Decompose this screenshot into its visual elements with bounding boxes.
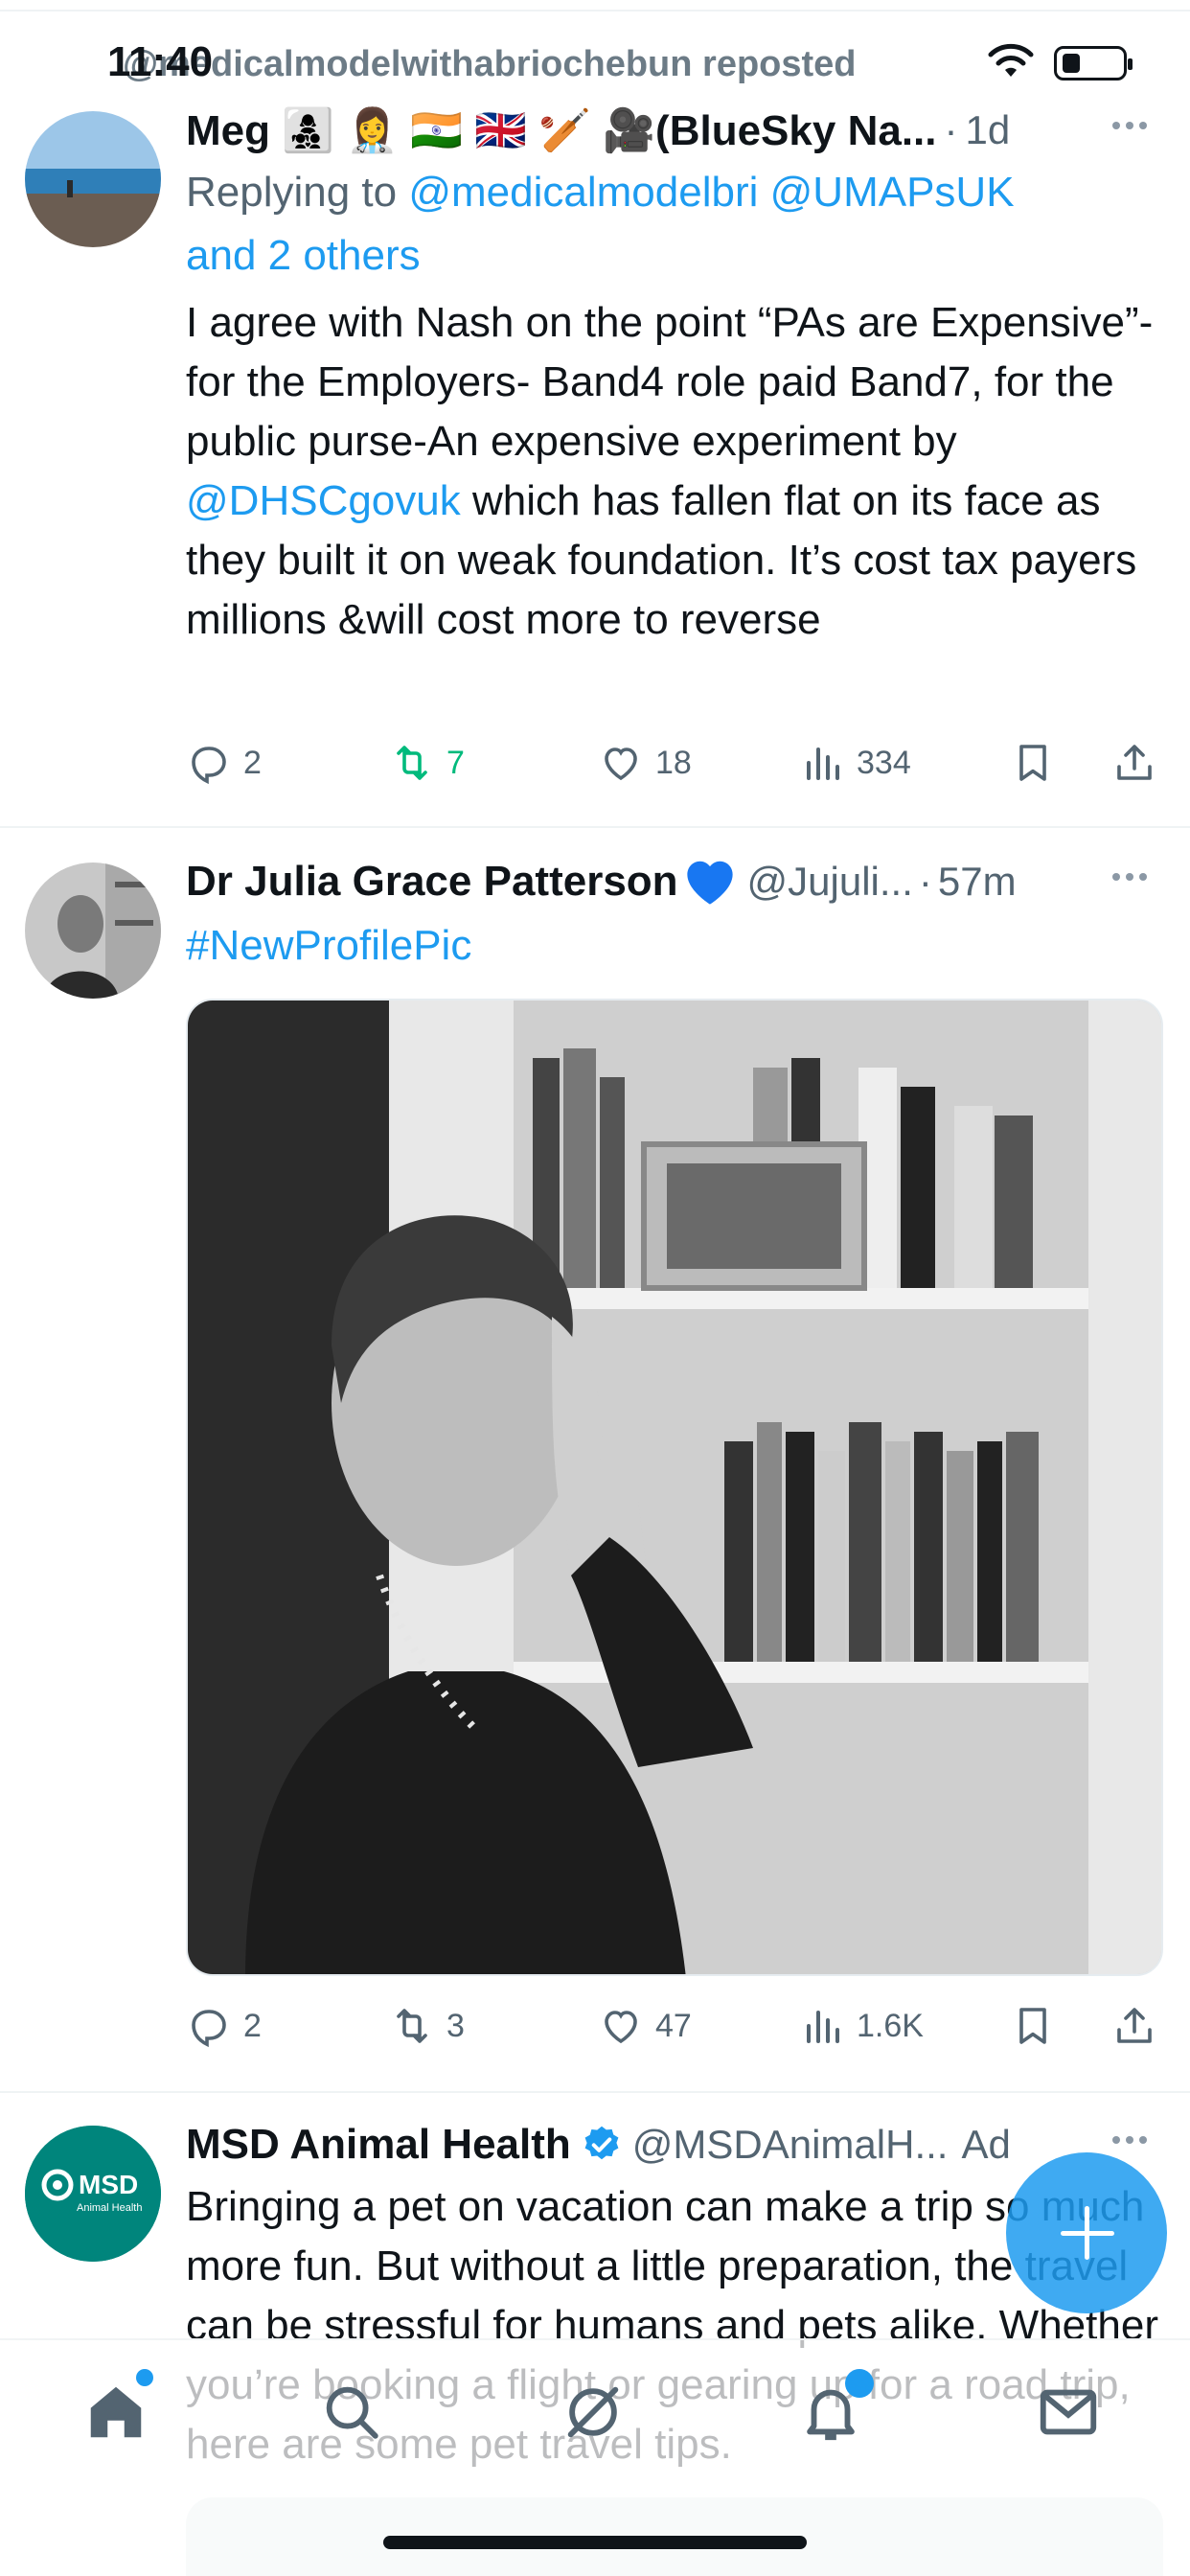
new-posts-dot (136, 2369, 153, 2386)
repost-count: 7 (446, 744, 465, 781)
replying-to: Replying to @medicalmodelbri @UMAPsUK an… (186, 161, 1161, 288)
views-icon (807, 2011, 839, 2043)
reply-count: 2 (243, 744, 262, 781)
user-handle[interactable]: @MSDAnimalH... (632, 2122, 949, 2168)
tweet-text-part: I agree with Nash on the point “PAs are … (186, 299, 1154, 465)
verified-icon (584, 2126, 619, 2160)
repost-label: @medicalmodelwithabriochebun reposted (123, 44, 857, 84)
display-name[interactable]: MSD Animal Health (186, 2121, 571, 2169)
avatar-brand-sub: Animal Health (77, 2202, 143, 2214)
mention-link[interactable]: @DHSCgovuk (186, 477, 461, 524)
tab-home[interactable] (82, 2369, 159, 2455)
share-button[interactable] (1111, 734, 1169, 792)
mention-link[interactable]: @UMAPsUK (770, 169, 1015, 216)
like-button[interactable]: 47 (598, 1997, 692, 2055)
more-icon[interactable] (1110, 868, 1156, 881)
notifications-badge (845, 2369, 874, 2398)
others-link[interactable]: and 2 others (186, 232, 421, 279)
views-count: 334 (857, 744, 911, 781)
bookmark-icon (1019, 745, 1046, 781)
replying-to-label: Replying to (186, 169, 409, 216)
tweet-divider (0, 2091, 1190, 2093)
bookmark-button[interactable] (1010, 734, 1067, 792)
separator-dot: · (944, 107, 958, 152)
tweet-photo[interactable] (186, 999, 1163, 1976)
grok-icon (567, 2386, 619, 2438)
avatar[interactable] (25, 862, 161, 999)
wifi-icon (988, 43, 1034, 77)
avatar[interactable] (25, 111, 161, 247)
share-icon (1117, 2008, 1152, 2043)
tab-grok[interactable] (560, 2379, 636, 2455)
repost-context[interactable]: @medicalmodelwithabriochebun reposted (123, 44, 857, 85)
hashtag-line: #NewProfilePic (186, 914, 1161, 978)
separator-dot: · (918, 859, 932, 904)
views-icon (807, 748, 839, 780)
like-button[interactable]: 18 (598, 734, 692, 792)
messages-icon (1040, 2389, 1097, 2435)
tab-search[interactable] (318, 2379, 395, 2455)
avatar-brand: MSD (79, 2170, 139, 2199)
home-icon (90, 2386, 142, 2438)
heart-emoji-icon (686, 861, 733, 905)
tab-notifications[interactable] (797, 2369, 874, 2455)
tweet-divider (0, 826, 1190, 828)
reply-button[interactable]: 2 (186, 1997, 262, 2055)
views-button[interactable]: 1.6K (799, 1997, 924, 2055)
user-handle[interactable]: @Jujuli... (747, 859, 913, 905)
timestamp[interactable]: 1d (966, 107, 1011, 153)
tweet-header: Dr Julia Grace Patterson @Jujuli... · 57… (186, 855, 1161, 908)
reply-button[interactable]: 2 (186, 734, 262, 792)
reply-icon (192, 2010, 226, 2048)
like-icon (605, 2011, 637, 2044)
more-icon[interactable] (1110, 2131, 1156, 2144)
tweet-header: Meg 👩‍👧‍👦 👩‍⚕️ 🇮🇳 🇬🇧 🏏 🎥(BlueSky Na... ·… (186, 104, 1161, 157)
repost-icon (397, 2009, 427, 2043)
more-icon[interactable] (1110, 117, 1156, 129)
battery-icon (1054, 46, 1133, 80)
repost-icon (397, 746, 427, 780)
views-button[interactable]: 334 (799, 734, 911, 792)
tweet-actions: 2 3 47 1.6K (186, 1997, 1161, 2055)
display-name[interactable]: Meg 👩‍👧‍👦 👩‍⚕️ 🇮🇳 🇬🇧 🏏 🎥(BlueSky Na... (186, 105, 937, 155)
hashtag-link[interactable]: #NewProfilePic (186, 922, 471, 969)
mention-link[interactable]: @medicalmodelbri (408, 169, 758, 216)
home-indicator (383, 2536, 807, 2549)
like-icon (605, 748, 637, 781)
search-icon (326, 2386, 378, 2439)
timestamp[interactable]: 57m (938, 859, 1017, 905)
status-time: 11:40 (107, 38, 214, 85)
repost-button[interactable]: 3 (389, 1997, 465, 2055)
share-button[interactable] (1111, 1997, 1169, 2055)
share-icon (1117, 745, 1152, 780)
like-count: 47 (655, 2007, 692, 2044)
tweet-text: I agree with Nash on the point “PAs are … (186, 293, 1161, 650)
tweet-header: MSD Animal Health @MSDAnimalH... Ad (186, 2118, 1161, 2172)
bookmark-icon (1019, 2008, 1046, 2044)
bookmark-button[interactable] (1010, 1997, 1067, 2055)
like-count: 18 (655, 744, 692, 781)
repost-count: 3 (446, 2007, 465, 2044)
repost-button[interactable]: 7 (389, 734, 465, 792)
compose-button[interactable] (1006, 2152, 1167, 2313)
tab-messages[interactable] (1035, 2379, 1111, 2455)
photo-image (188, 1000, 1161, 1974)
reply-icon (192, 747, 226, 785)
tweet-actions: 2 7 18 334 (186, 734, 1161, 792)
ad-label: Ad (961, 2122, 1011, 2167)
views-count: 1.6K (857, 2007, 924, 2044)
reply-count: 2 (243, 2007, 262, 2044)
display-name[interactable]: Dr Julia Grace Patterson (186, 858, 678, 906)
avatar[interactable]: MSD Animal Health (25, 2126, 161, 2262)
